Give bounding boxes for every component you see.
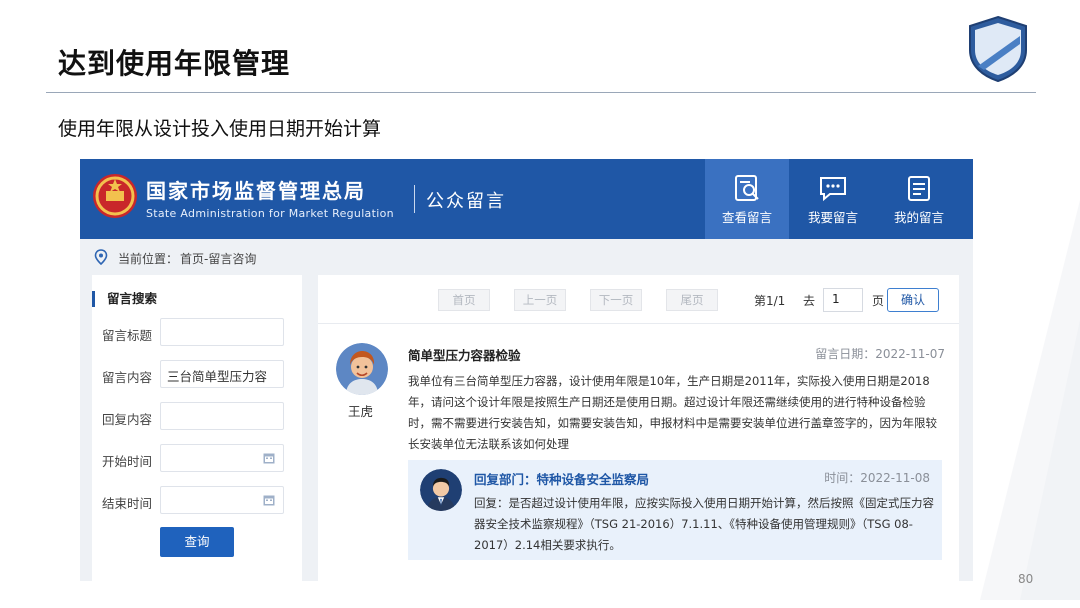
official-avatar xyxy=(420,469,462,511)
nav-leave-message[interactable]: 我要留言 xyxy=(791,159,875,239)
reply-date: 时间：2022-11-08 xyxy=(824,471,930,485)
asker-name: 王虎 xyxy=(348,404,374,419)
message-title[interactable]: 简单型压力容器检验 xyxy=(408,345,521,364)
location-pin-icon xyxy=(94,249,108,265)
start-date-label: 开始时间 xyxy=(102,454,153,469)
shield-logo-icon xyxy=(969,15,1027,83)
nav-my-messages[interactable]: 我的留言 xyxy=(877,159,961,239)
prev-page-button[interactable]: 上一页 xyxy=(514,289,566,311)
org-name-english: State Administration for Market Regulati… xyxy=(146,207,394,220)
page-unit-label: 页 xyxy=(872,294,885,308)
reply-department: 回复部门：特种设备安全监察局 xyxy=(474,472,650,487)
org-name: 国家市场监督管理总局 xyxy=(146,179,366,203)
message-body: 我单位有三台简单型压力容器，设计使用年限是10年，生产日期是2011年，实际投入… xyxy=(408,374,937,451)
breadcrumb-prefix: 当前位置： xyxy=(118,252,179,266)
content-field-label: 留言内容 xyxy=(102,370,153,385)
calendar-icon[interactable] xyxy=(263,494,275,506)
site-header: 国家市场监督管理总局 State Administration for Mark… xyxy=(80,159,973,239)
background-decoration xyxy=(980,200,1080,600)
website-screenshot: 国家市场监督管理总局 State Administration for Mark… xyxy=(80,159,973,581)
asker-avatar xyxy=(336,343,388,395)
title-field-label: 留言标题 xyxy=(102,328,153,343)
query-button[interactable]: 查询 xyxy=(160,527,234,557)
content-field[interactable]: 三台简单型压力容 xyxy=(160,360,284,388)
breadcrumb-path[interactable]: 首页-留言咨询 xyxy=(180,250,256,267)
breadcrumb: 当前位置： 首页-留言咨询 xyxy=(80,239,973,275)
nav-label: 我的留言 xyxy=(893,210,944,225)
chat-bubble-icon xyxy=(820,177,846,202)
reply-box: 回复部门：特种设备安全监察局 时间：2022-11-08 回复：是否超过设计使用… xyxy=(408,460,942,560)
confirm-button[interactable]: 确认 xyxy=(887,288,939,312)
nav-view-messages[interactable]: 查看留言 xyxy=(705,159,789,239)
end-date-label: 结束时间 xyxy=(102,496,153,511)
page-indicator: 第1/1 xyxy=(754,294,786,308)
slide-title: 达到使用年限管理 xyxy=(58,47,291,80)
search-document-icon xyxy=(735,175,759,201)
go-to-label: 去 xyxy=(803,294,816,308)
section-name: 公众留言 xyxy=(426,191,506,212)
message-date: 留言日期：2022-11-07 xyxy=(815,347,945,361)
calendar-icon[interactable] xyxy=(263,452,275,464)
search-panel: 留言搜索 留言标题 留言内容 三台简单型压力容 回复内容 开始时间 结束时间 查… xyxy=(92,275,302,581)
national-emblem-icon xyxy=(93,174,137,218)
list-document-icon xyxy=(908,176,930,201)
page-number-input[interactable]: 1 xyxy=(823,288,863,312)
divider xyxy=(318,323,959,324)
nav-label: 我要留言 xyxy=(807,210,858,225)
next-page-button[interactable]: 下一页 xyxy=(590,289,642,311)
last-page-button[interactable]: 尾页 xyxy=(666,289,718,311)
first-page-button[interactable]: 首页 xyxy=(438,289,490,311)
page-number: 80 xyxy=(1018,572,1034,586)
reply-field[interactable] xyxy=(160,402,284,430)
slide-subtitle: 使用年限从设计投入使用日期开始计算 xyxy=(58,118,382,140)
title-field[interactable] xyxy=(160,318,284,346)
message-list-panel: 首页 上一页 下一页 尾页 第1/1 去 1 页 确认 王虎 简单型压力容器检验… xyxy=(318,275,959,581)
reply-body: 回复：是否超过设计使用年限，应按实际投入使用日期开始计算，然后按照《固定式压力容… xyxy=(474,496,934,552)
header-divider xyxy=(414,185,415,213)
search-panel-title: 留言搜索 xyxy=(92,291,157,307)
reply-field-label: 回复内容 xyxy=(102,412,153,427)
nav-label: 查看留言 xyxy=(721,210,772,225)
title-divider xyxy=(46,92,1036,93)
